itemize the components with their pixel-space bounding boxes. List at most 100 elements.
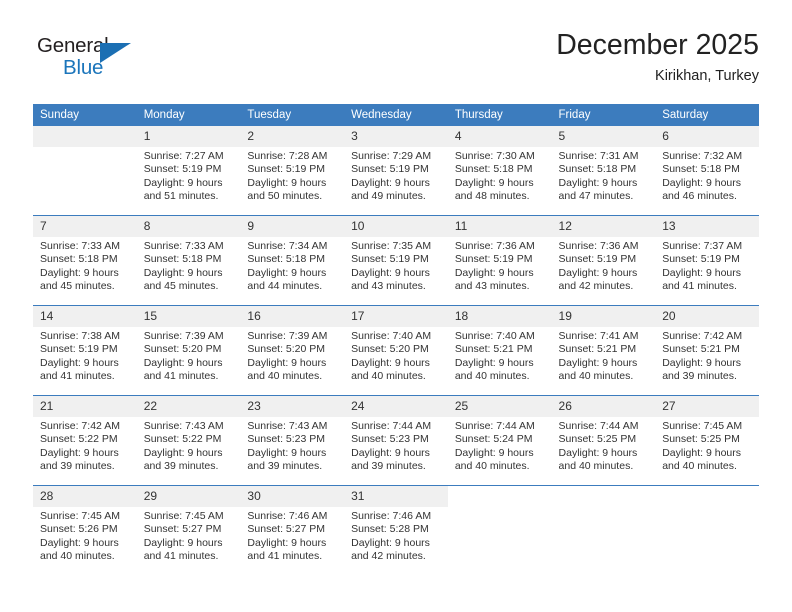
- daylight-text: and 39 minutes.: [351, 460, 426, 473]
- day-detail-text: Sunrise: 7:36 AM Sunset: 5:19 PM Daylight:…: [448, 237, 552, 294]
- calendar-day-cell[interactable]: 22 Sunrise: 7:43 AM Sunset: 5:22 PM Dayligh…: [136, 395, 241, 486]
- calendar-day-cell[interactable]: 20 Sunrise: 7:42 AM Sunset: 5:21 PM Dayligh…: [655, 305, 759, 396]
- sunset-text: Sunset: 5:22 PM: [143, 433, 222, 446]
- daylight-text: Daylight: 9 hours: [351, 356, 430, 369]
- daylight-text: and 51 minutes.: [143, 190, 219, 203]
- calendar-day-cell[interactable]: 27 Sunrise: 7:45 AM Sunset: 5:25 PM Dayligh…: [655, 395, 759, 486]
- general-blue-logo[interactable]: General Blue: [37, 34, 147, 88]
- calendar-day-cell[interactable]: 31 Sunrise: 7:46 AM Sunset: 5:28 PM Dayligh…: [344, 485, 448, 575]
- sunset-text: Sunset: 5:19 PM: [247, 163, 326, 176]
- daylight-text: Daylight: 9 hours: [351, 446, 430, 459]
- calendar-day-cell[interactable]: 5 Sunrise: 7:31 AM Sunset: 5:18 PM Daylight…: [551, 126, 656, 216]
- day-detail-text: Sunrise: 7:43 AM Sunset: 5:23 PM Daylight:…: [240, 417, 344, 474]
- calendar-day-cell[interactable]: 28 Sunrise: 7:45 AM Sunset: 5:26 PM Dayligh…: [33, 485, 137, 575]
- day-number: 3: [344, 126, 448, 147]
- daylight-text: and 43 minutes.: [351, 280, 426, 293]
- daylight-text: Daylight: 9 hours: [558, 356, 638, 369]
- calendar-week-row: 1 Sunrise: 7:27 AM Sunset: 5:19 PM Daylight…: [33, 126, 759, 216]
- sunrise-text: Sunrise: 7:38 AM: [40, 330, 120, 342]
- sunset-text: Sunset: 5:21 PM: [662, 343, 740, 356]
- daylight-text: and 40 minutes.: [454, 370, 530, 383]
- calendar-day-cell[interactable]: 17 Sunrise: 7:40 AM Sunset: 5:20 PM Dayligh…: [344, 305, 448, 396]
- daylight-text: and 40 minutes.: [558, 370, 634, 383]
- day-detail-text: Sunrise: 7:43 AM Sunset: 5:22 PM Daylight:…: [137, 417, 241, 474]
- calendar-day-cell[interactable]: 4 Sunrise: 7:30 AM Sunset: 5:18 PM Daylight…: [447, 126, 552, 216]
- calendar-day-cell[interactable]: 30 Sunrise: 7:46 AM Sunset: 5:27 PM Dayligh…: [240, 485, 345, 575]
- day-detail-text: Sunrise: 7:33 AM Sunset: 5:18 PM Daylight:…: [137, 237, 241, 294]
- day-detail-text: Sunrise: 7:32 AM Sunset: 5:18 PM Daylight:…: [655, 147, 759, 204]
- calendar-day-cell[interactable]: 9 Sunrise: 7:34 AM Sunset: 5:18 PM Daylight…: [240, 215, 345, 306]
- calendar-day-cell[interactable]: 10 Sunrise: 7:35 AM Sunset: 5:19 PM Dayligh…: [344, 215, 448, 306]
- daylight-text: Daylight: 9 hours: [454, 356, 534, 369]
- daylight-text: Daylight: 9 hours: [662, 266, 742, 279]
- sunset-text: Sunset: 5:20 PM: [247, 343, 326, 356]
- calendar-day-cell[interactable]: 11 Sunrise: 7:36 AM Sunset: 5:19 PM Dayligh…: [447, 215, 552, 306]
- calendar-day-cell[interactable]: 6 Sunrise: 7:32 AM Sunset: 5:18 PM Daylight…: [655, 126, 759, 216]
- page-title: December 2025: [556, 29, 759, 61]
- sunset-text: Sunset: 5:22 PM: [40, 433, 118, 446]
- calendar-day-cell[interactable]: 23 Sunrise: 7:43 AM Sunset: 5:23 PM Dayligh…: [240, 395, 345, 486]
- day-detail-text: Sunrise: 7:40 AM Sunset: 5:20 PM Daylight:…: [344, 327, 448, 384]
- daylight-text: Daylight: 9 hours: [40, 356, 119, 369]
- calendar-day-cell[interactable]: 2 Sunrise: 7:28 AM Sunset: 5:19 PM Daylight…: [240, 126, 345, 216]
- daylight-text: Daylight: 9 hours: [143, 356, 223, 369]
- sunset-text: Sunset: 5:19 PM: [351, 163, 429, 176]
- calendar-day-cell[interactable]: 12 Sunrise: 7:36 AM Sunset: 5:19 PM Dayligh…: [551, 215, 656, 306]
- calendar-day-cell[interactable]: 18 Sunrise: 7:40 AM Sunset: 5:21 PM Dayligh…: [447, 305, 552, 396]
- sunrise-text: Sunrise: 7:31 AM: [558, 150, 639, 162]
- day-number: 24: [344, 396, 448, 417]
- sunset-text: Sunset: 5:18 PM: [247, 253, 326, 266]
- daylight-text: Daylight: 9 hours: [247, 446, 327, 459]
- title-block: December 2025 Kirikhan, Turkey: [556, 28, 759, 86]
- daylight-text: and 42 minutes.: [558, 280, 634, 293]
- day-number: 12: [551, 216, 656, 237]
- calendar-day-cell[interactable]: 29 Sunrise: 7:45 AM Sunset: 5:27 PM Dayligh…: [136, 485, 241, 575]
- daylight-text: and 39 minutes.: [143, 460, 219, 473]
- sunrise-text: Sunrise: 7:42 AM: [662, 330, 743, 342]
- sunrise-text: Sunrise: 7:44 AM: [454, 420, 535, 432]
- daylight-text: and 40 minutes.: [662, 460, 737, 473]
- sunset-text: Sunset: 5:19 PM: [351, 253, 429, 266]
- calendar-day-cell[interactable]: 25 Sunrise: 7:44 AM Sunset: 5:24 PM Dayligh…: [447, 395, 552, 486]
- sunrise-text: Sunrise: 7:45 AM: [40, 510, 120, 522]
- calendar-day-cell[interactable]: 26 Sunrise: 7:44 AM Sunset: 5:25 PM Dayligh…: [551, 395, 656, 486]
- calendar-day-cell-empty: [655, 485, 759, 575]
- calendar-day-cell[interactable]: 19 Sunrise: 7:41 AM Sunset: 5:21 PM Dayligh…: [551, 305, 656, 396]
- sunrise-text: Sunrise: 7:44 AM: [351, 420, 432, 432]
- sunrise-text: Sunrise: 7:42 AM: [40, 420, 120, 432]
- sunset-text: Sunset: 5:23 PM: [351, 433, 429, 446]
- sunset-text: Sunset: 5:27 PM: [143, 523, 222, 536]
- calendar-day-cell[interactable]: 1 Sunrise: 7:27 AM Sunset: 5:19 PM Daylight…: [136, 126, 241, 216]
- day-number: 15: [136, 306, 241, 327]
- sunset-text: Sunset: 5:23 PM: [247, 433, 326, 446]
- sunrise-text: Sunrise: 7:46 AM: [247, 510, 328, 522]
- daylight-text: Daylight: 9 hours: [143, 536, 223, 549]
- calendar-day-cell[interactable]: 21 Sunrise: 7:42 AM Sunset: 5:22 PM Dayligh…: [33, 395, 137, 486]
- day-detail-text: Sunrise: 7:46 AM Sunset: 5:27 PM Daylight:…: [240, 507, 344, 564]
- calendar-day-cell[interactable]: 7 Sunrise: 7:33 AM Sunset: 5:18 PM Daylight…: [33, 215, 137, 306]
- calendar-day-cell[interactable]: 24 Sunrise: 7:44 AM Sunset: 5:23 PM Dayligh…: [344, 395, 448, 486]
- day-number: 14: [33, 306, 137, 327]
- sunrise-text: Sunrise: 7:41 AM: [558, 330, 639, 342]
- sunset-text: Sunset: 5:20 PM: [351, 343, 429, 356]
- day-detail-text: Sunrise: 7:45 AM Sunset: 5:27 PM Daylight:…: [137, 507, 241, 564]
- calendar-table: Sunday Monday Tuesday Wednesday Thursday…: [33, 104, 759, 575]
- day-number: 23: [240, 396, 345, 417]
- daylight-text: and 41 minutes.: [40, 370, 115, 383]
- day-detail-text: Sunrise: 7:41 AM Sunset: 5:21 PM Daylight:…: [552, 327, 656, 384]
- sunset-text: Sunset: 5:20 PM: [143, 343, 222, 356]
- calendar-day-cell[interactable]: 3 Sunrise: 7:29 AM Sunset: 5:19 PM Daylight…: [344, 126, 448, 216]
- calendar-day-cell[interactable]: 8 Sunrise: 7:33 AM Sunset: 5:18 PM Daylight…: [136, 215, 241, 306]
- calendar-day-cell[interactable]: 14 Sunrise: 7:38 AM Sunset: 5:19 PM Dayligh…: [33, 305, 137, 396]
- daylight-text: Daylight: 9 hours: [558, 266, 638, 279]
- daylight-text: Daylight: 9 hours: [351, 536, 430, 549]
- logo-text-general: General: [37, 34, 109, 57]
- calendar-page: General Blue December 2025 Kirikhan, Tur…: [0, 0, 792, 612]
- calendar-day-cell[interactable]: 15 Sunrise: 7:39 AM Sunset: 5:20 PM Dayligh…: [136, 305, 241, 396]
- daylight-text: and 40 minutes.: [40, 550, 115, 563]
- sunset-text: Sunset: 5:25 PM: [558, 433, 637, 446]
- calendar-day-cell[interactable]: 13 Sunrise: 7:37 AM Sunset: 5:19 PM Dayligh…: [655, 215, 759, 306]
- calendar-day-cell[interactable]: 16 Sunrise: 7:39 AM Sunset: 5:20 PM Dayligh…: [240, 305, 345, 396]
- weekday-header-thursday: Thursday: [447, 104, 552, 126]
- day-detail-text: [552, 507, 656, 510]
